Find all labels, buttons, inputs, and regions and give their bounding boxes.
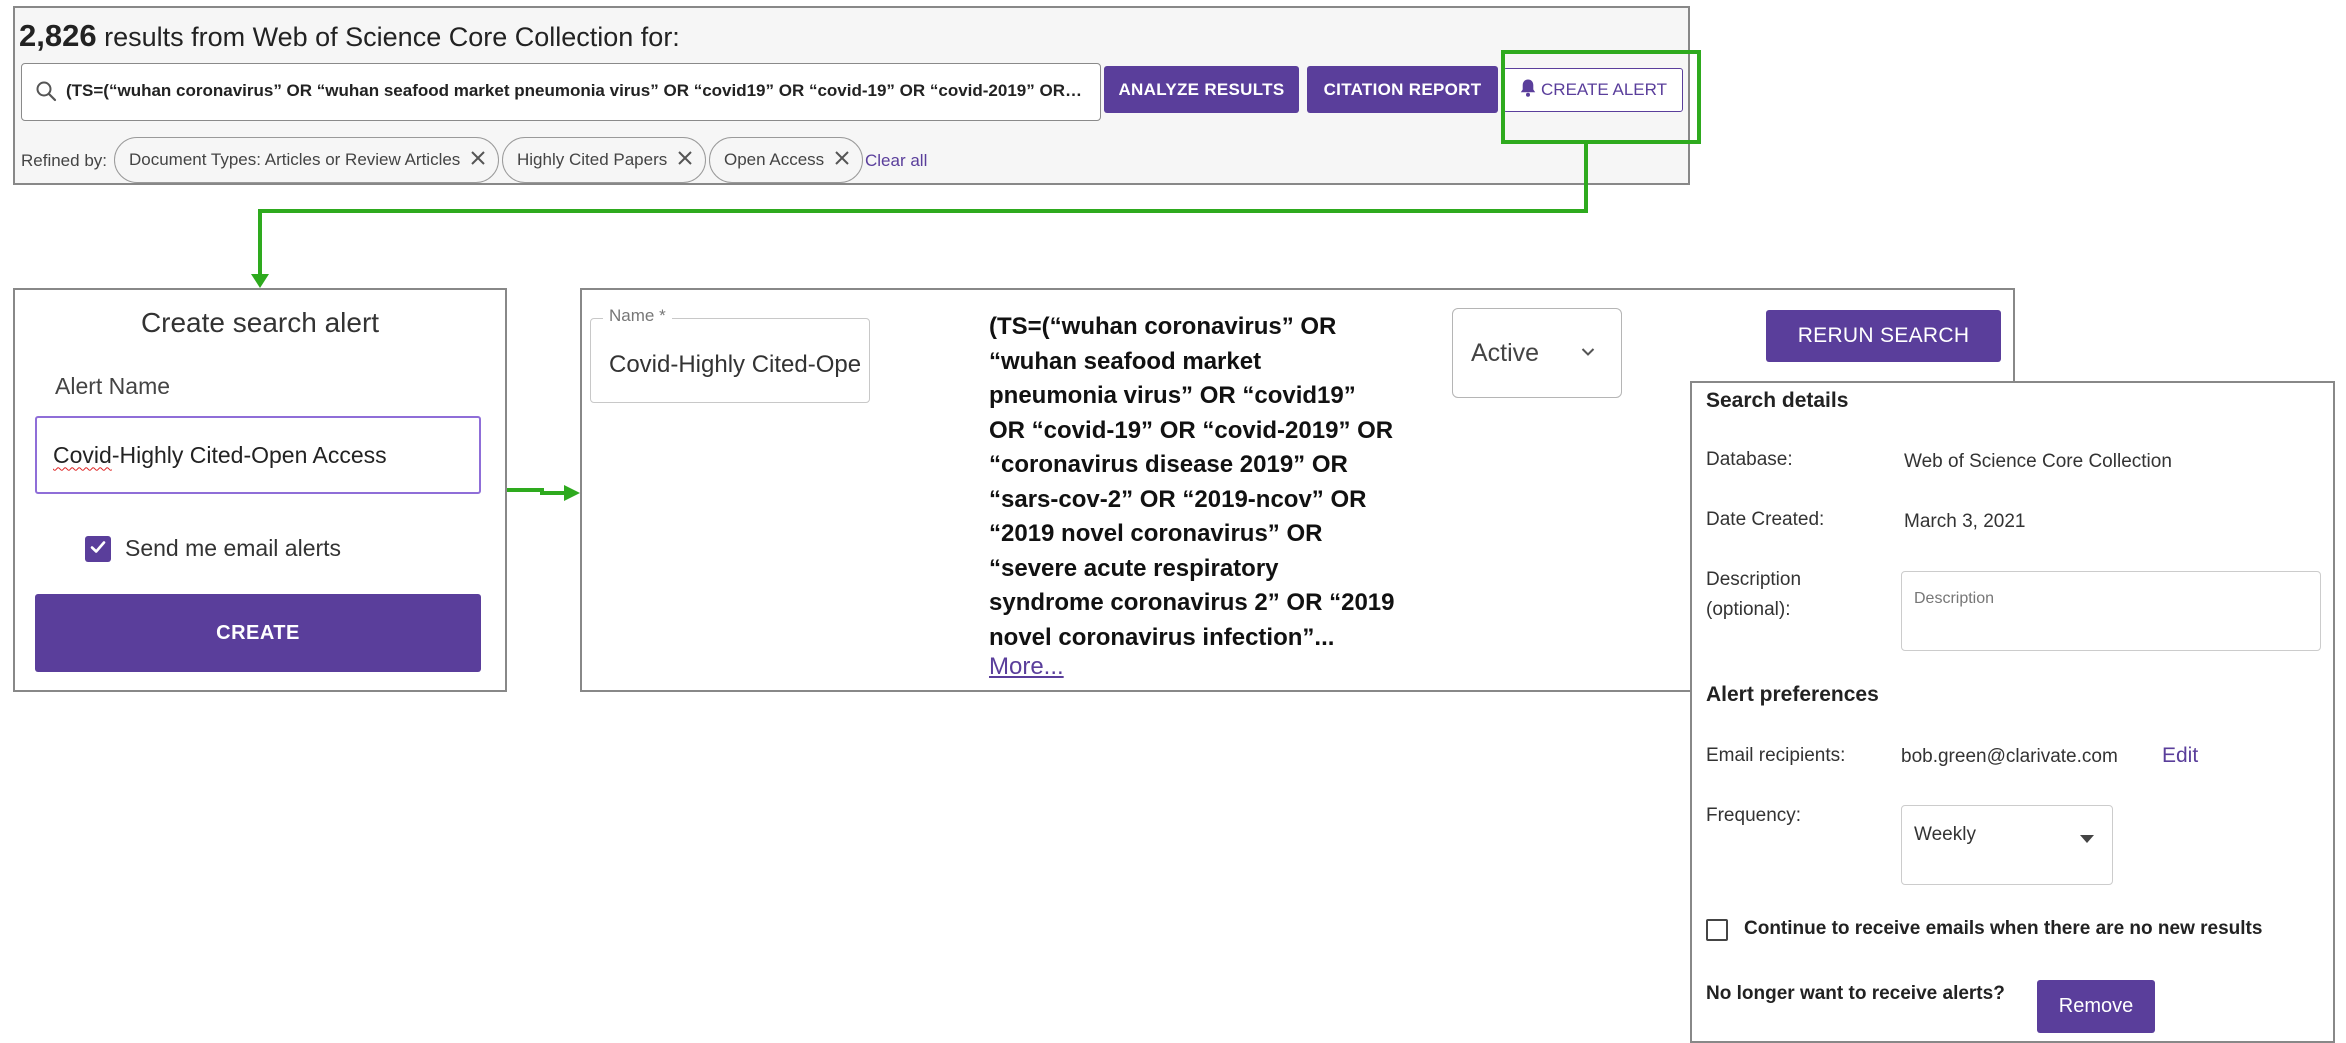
no-longer-label: No longer want to receive alerts?: [1706, 983, 2005, 1004]
continue-emails-checkbox[interactable]: [1706, 919, 1728, 941]
alert-name-value-b: -Highly Cited-Open Access: [111, 441, 387, 468]
remove-button[interactable]: Remove: [2037, 980, 2155, 1033]
frequency-value: Weekly: [1914, 824, 1976, 845]
query-line: syndrome coronavirus 2” OR “2019: [989, 589, 1395, 616]
database-value: Web of Science Core Collection: [1904, 451, 2172, 472]
query-line: “coronavirus disease 2019” OR: [989, 451, 1348, 478]
edit-recipients-link[interactable]: Edit: [2162, 744, 2198, 768]
continue-emails-label: Continue to receive emails when there ar…: [1744, 918, 2263, 939]
description-label: Description (optional):: [1706, 565, 1801, 625]
query-line: “severe acute respiratory: [989, 554, 1279, 582]
query-line: pneumonia virus” OR “covid19”: [989, 382, 1356, 409]
create-button[interactable]: CREATE: [35, 594, 481, 672]
alert-name-label: Alert Name: [55, 373, 171, 399]
frequency-select[interactable]: Weekly: [1901, 805, 2113, 885]
database-label: Database:: [1706, 449, 1793, 470]
email-alerts-checkbox[interactable]: [85, 536, 111, 562]
query-line: “2019 novel coronavirus” OR: [989, 520, 1323, 547]
email-recipients-label: Email recipients:: [1706, 745, 1846, 766]
query-line: OR “covid-19” OR “covid-2019” OR: [989, 416, 1394, 444]
create-search-alert-dialog: Create search alert Alert Name Covid -Hig…: [13, 288, 507, 692]
query-line: (TS=(“wuhan coronavirus” OR: [989, 313, 1337, 340]
alert-name-value-a: Covid: [53, 441, 112, 468]
query-line: “wuhan seafood market: [989, 347, 1262, 375]
date-created-value: March 3, 2021: [1904, 511, 2026, 532]
search-details-panel: Search details Database: Web of Science …: [1690, 381, 2335, 1043]
query-line: novel coronavirus infection”...: [989, 623, 1335, 651]
frequency-label: Frequency:: [1706, 805, 1802, 826]
alert-preferences-title: Alert preferences: [1706, 683, 1879, 706]
description-label-line2: (optional):: [1706, 599, 1791, 620]
dialog-title: Create search alert: [140, 307, 380, 338]
description-input[interactable]: Description: [1901, 571, 2321, 651]
rerun-search-button[interactable]: RERUN SEARCH: [1766, 310, 2001, 362]
date-created-label: Date Created:: [1706, 509, 1825, 530]
email-alerts-label: Send me email alerts: [125, 535, 342, 561]
status-value: Active: [1471, 338, 1540, 367]
name-field[interactable]: Name * Covid-Highly Cited-Open Access: [590, 306, 870, 403]
check-icon: [89, 538, 107, 561]
caret-down-icon: [2080, 828, 2094, 850]
search-details-title: Search details: [1706, 389, 1849, 412]
name-field-label: Name *: [603, 306, 672, 326]
email-recipients-value: bob.green@clarivate.com: [1901, 746, 2118, 767]
alert-name-input[interactable]: Covid -Highly Cited-Open Access: [35, 416, 481, 494]
query-line: “sars-cov-2” OR “2019-ncov” OR: [989, 485, 1367, 513]
saved-query-text: (TS=(“wuhan coronavirus” OR “wuhan seafo…: [989, 310, 1429, 655]
description-label-line1: Description: [1706, 569, 1802, 590]
more-link[interactable]: More...: [989, 653, 1064, 681]
status-select[interactable]: Active: [1452, 308, 1622, 398]
name-field-value: Covid-Highly Cited-Open Access: [609, 351, 861, 378]
